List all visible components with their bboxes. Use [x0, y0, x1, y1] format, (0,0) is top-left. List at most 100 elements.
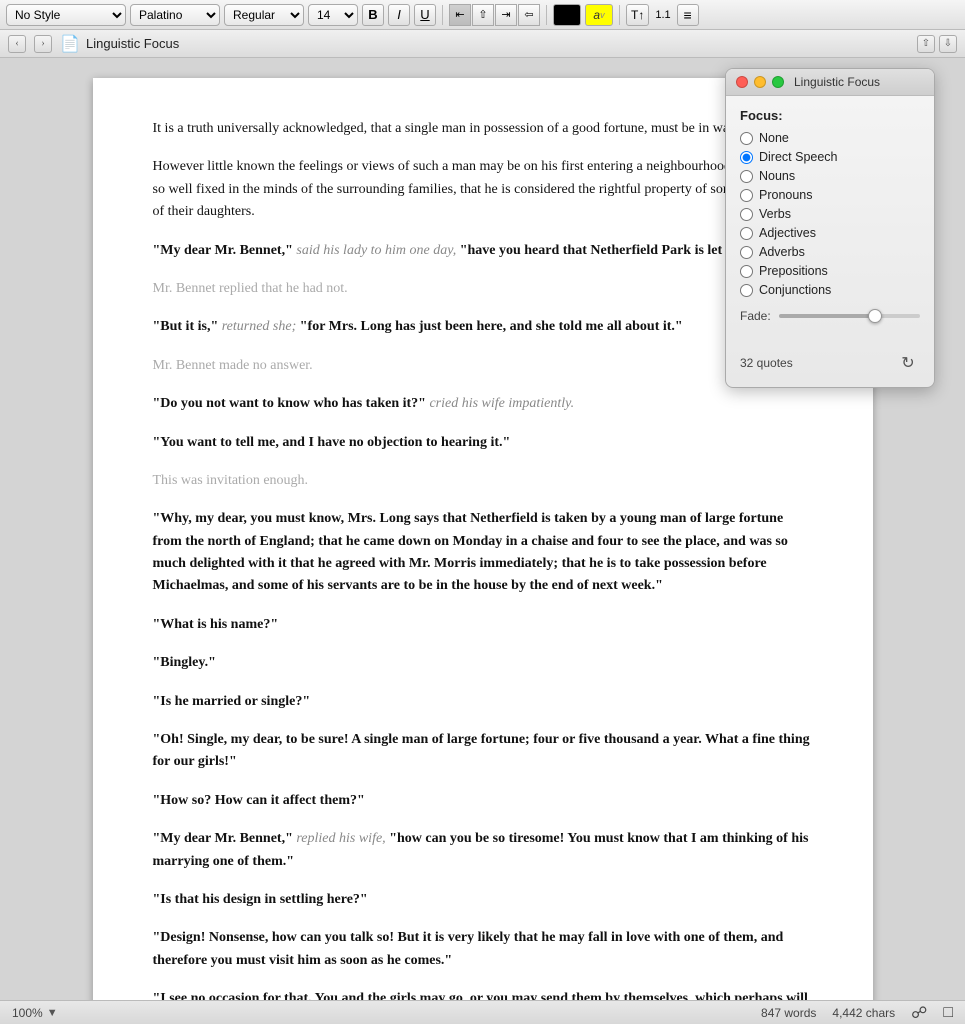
- direct-speech-7: "Why, my dear, you must know, Mrs. Long …: [153, 511, 788, 593]
- radio-direct-speech[interactable]: Direct Speech: [740, 150, 920, 164]
- radio-adjectives[interactable]: Adjectives: [740, 226, 920, 240]
- radio-verbs-label: Verbs: [759, 207, 791, 221]
- direct-speech-3: "But it is,": [153, 319, 219, 334]
- radio-nouns-input[interactable]: [740, 170, 753, 183]
- focus-section-label: Focus:: [740, 108, 920, 123]
- statusbar-left: 100% ▼: [12, 1006, 58, 1020]
- align-right-button[interactable]: ⇥: [495, 4, 517, 26]
- document-title: Linguistic Focus: [86, 36, 179, 51]
- speech-tag-2: returned she;: [218, 319, 300, 334]
- zoom-level: 100%: [12, 1006, 43, 1020]
- underline-button[interactable]: U: [414, 4, 436, 26]
- status-icon-2[interactable]: □: [943, 1004, 953, 1022]
- paragraph-2: However little known the feelings or vie…: [153, 156, 813, 223]
- paragraph-1: It is a truth universally acknowledged, …: [153, 118, 813, 140]
- radio-prepositions[interactable]: Prepositions: [740, 264, 920, 278]
- prev-page-button[interactable]: ⇧: [917, 35, 935, 53]
- radio-adjectives-label: Adjectives: [759, 226, 816, 240]
- paragraph-10: "Why, my dear, you must know, Mrs. Long …: [153, 508, 813, 598]
- divider-2: [546, 5, 547, 25]
- linguistic-focus-panel: Linguistic Focus Focus: None Direct Spee…: [725, 68, 935, 388]
- paragraph-11: "What is his name?": [153, 614, 813, 636]
- statusbar: 100% ▼ 847 words 4,442 chars ☍ □: [0, 1000, 965, 1024]
- radio-none-input[interactable]: [740, 132, 753, 145]
- radio-pronouns-input[interactable]: [740, 189, 753, 202]
- main-area: It is a truth universally acknowledged, …: [0, 58, 965, 1000]
- document-icon: 📄: [60, 34, 78, 54]
- radio-adverbs-label: Adverbs: [759, 245, 805, 259]
- paragraph-12: "Bingley.": [153, 652, 813, 674]
- paragraph-5: "But it is," returned she; "for Mrs. Lon…: [153, 316, 813, 338]
- paragraph-3: "My dear Mr. Bennet," said his lady to h…: [153, 240, 813, 262]
- size-select[interactable]: 14: [308, 4, 358, 26]
- radio-adverbs-input[interactable]: [740, 246, 753, 259]
- weight-select[interactable]: Regular: [224, 4, 304, 26]
- paragraph-15: "How so? How can it affect them?": [153, 790, 813, 812]
- radio-direct-speech-input[interactable]: [740, 151, 753, 164]
- direct-speech-17: "I see no occasion for that. You and the…: [153, 991, 808, 1000]
- fade-row: Fade:: [740, 309, 920, 323]
- divider-3: [619, 5, 620, 25]
- direct-speech-6: "You want to tell me, and I have no obje…: [153, 435, 511, 450]
- statusbar-right: 847 words 4,442 chars ☍ □: [761, 1003, 953, 1023]
- radio-conjunctions-label: Conjunctions: [759, 283, 831, 297]
- titlebar: ‹ › 📄 Linguistic Focus ⇧ ⇩: [0, 30, 965, 58]
- forward-button[interactable]: ›: [34, 35, 52, 53]
- back-button[interactable]: ‹: [8, 35, 26, 53]
- next-page-button[interactable]: ⇩: [939, 35, 957, 53]
- word-count: 847 words: [761, 1006, 816, 1020]
- status-icon-1[interactable]: ☍: [911, 1003, 927, 1023]
- highlight-swatch[interactable]: a v: [585, 4, 613, 26]
- text-color-swatch[interactable]: [553, 4, 581, 26]
- radio-none-label: None: [759, 131, 789, 145]
- minimize-button[interactable]: [754, 76, 766, 88]
- list-button[interactable]: ≡: [677, 4, 699, 26]
- fade-slider[interactable]: [779, 314, 920, 318]
- paragraph-7: "Do you not want to know who has taken i…: [153, 393, 813, 415]
- maximize-button[interactable]: [772, 76, 784, 88]
- close-button[interactable]: [736, 76, 748, 88]
- radio-verbs-input[interactable]: [740, 208, 753, 221]
- radio-conjunctions-input[interactable]: [740, 284, 753, 297]
- direct-speech-12: "How so? How can it affect them?": [153, 793, 365, 808]
- radio-pronouns[interactable]: Pronouns: [740, 188, 920, 202]
- paragraph-14: "Oh! Single, my dear, to be sure! A sing…: [153, 729, 813, 774]
- paragraph-8: "You want to tell me, and I have no obje…: [153, 432, 813, 454]
- paragraph-17: "Is that his design in settling here?": [153, 889, 813, 911]
- radio-nouns-label: Nouns: [759, 169, 795, 183]
- radio-none[interactable]: None: [740, 131, 920, 145]
- direct-speech-9: "Bingley.": [153, 655, 216, 670]
- paragraph-18: "Design! Nonsense, how can you talk so! …: [153, 927, 813, 972]
- fade-label: Fade:: [740, 309, 771, 323]
- direct-speech-10: "Is he married or single?": [153, 694, 311, 709]
- divider-1: [442, 5, 443, 25]
- align-center-button[interactable]: ⇧: [472, 4, 494, 26]
- font-size-increase-button[interactable]: T↑: [626, 4, 649, 26]
- radio-conjunctions[interactable]: Conjunctions: [740, 283, 920, 297]
- direct-speech-11: "Oh! Single, my dear, to be sure! A sing…: [153, 732, 810, 769]
- radio-prepositions-label: Prepositions: [759, 264, 828, 278]
- char-count: 4,442 chars: [832, 1006, 895, 1020]
- speech-tag-4: replied his wife,: [293, 831, 389, 846]
- radio-pronouns-label: Pronouns: [759, 188, 813, 202]
- radio-prepositions-input[interactable]: [740, 265, 753, 278]
- paragraph-4: Mr. Bennet replied that he had not.: [153, 278, 813, 300]
- direct-speech-8: "What is his name?": [153, 617, 279, 632]
- radio-nouns[interactable]: Nouns: [740, 169, 920, 183]
- zoom-dropdown-button[interactable]: ▼: [47, 1007, 58, 1019]
- toolbar: No Style Palatino Regular 14 B I U ⇤ ⇧ ⇥…: [0, 0, 965, 30]
- radio-verbs[interactable]: Verbs: [740, 207, 920, 221]
- speech-tag-1: said his lady to him one day,: [293, 243, 460, 258]
- direct-speech-4: "for Mrs. Long has just been here, and s…: [300, 319, 683, 334]
- radio-adverbs[interactable]: Adverbs: [740, 245, 920, 259]
- align-justify-button[interactable]: ⇦: [518, 4, 540, 26]
- radio-direct-speech-label: Direct Speech: [759, 150, 838, 164]
- refresh-button[interactable]: ↻: [896, 351, 920, 375]
- style-select[interactable]: No Style: [6, 4, 126, 26]
- align-left-button[interactable]: ⇤: [449, 4, 471, 26]
- font-select[interactable]: Palatino: [130, 4, 220, 26]
- radio-adjectives-input[interactable]: [740, 227, 753, 240]
- italic-button[interactable]: I: [388, 4, 410, 26]
- panel-body: Focus: None Direct Speech Nouns Pronouns…: [726, 96, 934, 345]
- bold-button[interactable]: B: [362, 4, 384, 26]
